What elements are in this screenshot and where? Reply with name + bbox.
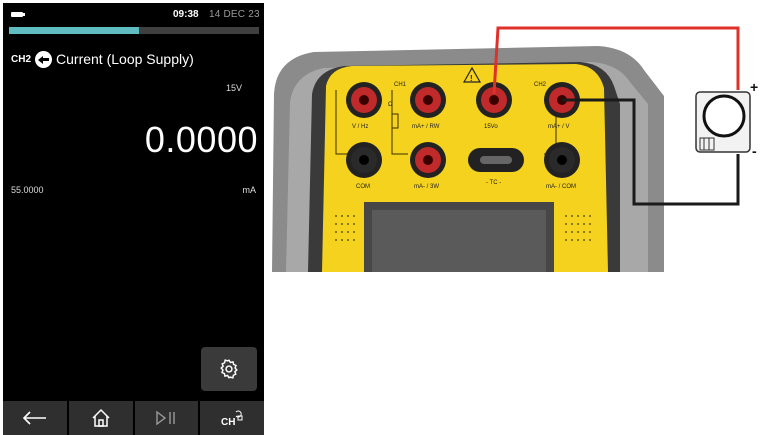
measurement-reading: 0.0000 — [144, 119, 258, 160]
channel-select-button[interactable]: CH — [200, 401, 264, 435]
function-title: Current (Loop Supply) — [56, 51, 194, 67]
device-screen: 09:38 14 DEC 23 CH2 Current (Loop Supply… — [3, 3, 264, 435]
battery-icon — [11, 12, 25, 17]
label-ma-v: mA+ / V — [548, 124, 570, 130]
svg-text:CH: CH — [221, 417, 235, 427]
settings-button[interactable] — [201, 347, 257, 391]
gear-icon — [220, 359, 238, 379]
range-value: 55.0000 — [11, 185, 44, 195]
wiring-diagram-photo: CH1 CH2 V / Hz mA+ / RW 15Vo mA+ / V COM… — [272, 26, 758, 272]
channel-header[interactable]: CH2 Current (Loop Supply) — [11, 49, 194, 69]
current-source-icon — [35, 50, 53, 68]
label-24v: 15Vo — [484, 124, 498, 130]
supply-voltage: 15V — [225, 83, 242, 93]
play-pause-button[interactable] — [134, 401, 199, 435]
svg-text:!: ! — [470, 74, 473, 83]
label-tc: - TC - — [486, 180, 501, 186]
terminal-ma-3w — [410, 142, 446, 178]
label-ch2: CH2 — [534, 82, 547, 88]
terminal-com — [346, 142, 382, 178]
terminal-ma-com — [544, 142, 580, 178]
minus-terminal-label: - — [752, 143, 757, 159]
measurement-unit: mA — [242, 185, 257, 195]
home-icon — [92, 408, 110, 427]
back-button[interactable] — [3, 401, 67, 435]
terminal-v-hz — [346, 82, 382, 118]
plus-terminal-label: + — [750, 79, 758, 95]
status-bar: 09:38 14 DEC 23 — [3, 3, 264, 25]
play-pause-icon — [156, 410, 176, 426]
status-date: 14 DEC 23 — [209, 9, 260, 20]
label-ma-rw: mA+ / RW — [412, 124, 440, 130]
label-ma-3w: mA- / 3W — [414, 184, 439, 190]
bottom-nav: CH — [3, 401, 264, 435]
terminal-ma-rw — [410, 82, 446, 118]
terminal-tc — [468, 148, 524, 172]
label-ohm: Ω — [388, 102, 393, 108]
label-v-hz: V / Hz — [352, 124, 368, 130]
label-com: COM — [356, 184, 370, 190]
channel-label: CH2 — [11, 53, 32, 65]
label-ch1: CH1 — [394, 82, 407, 88]
status-time: 09:38 — [173, 9, 199, 20]
channel-select-icon: CH — [221, 410, 243, 427]
progress-fill — [9, 27, 139, 34]
progress-bar — [9, 27, 259, 34]
back-arrow-icon — [22, 411, 46, 425]
label-ma-com: mA- / COM — [546, 184, 576, 190]
home-button[interactable] — [68, 401, 133, 435]
loop-transmitter — [695, 91, 751, 153]
